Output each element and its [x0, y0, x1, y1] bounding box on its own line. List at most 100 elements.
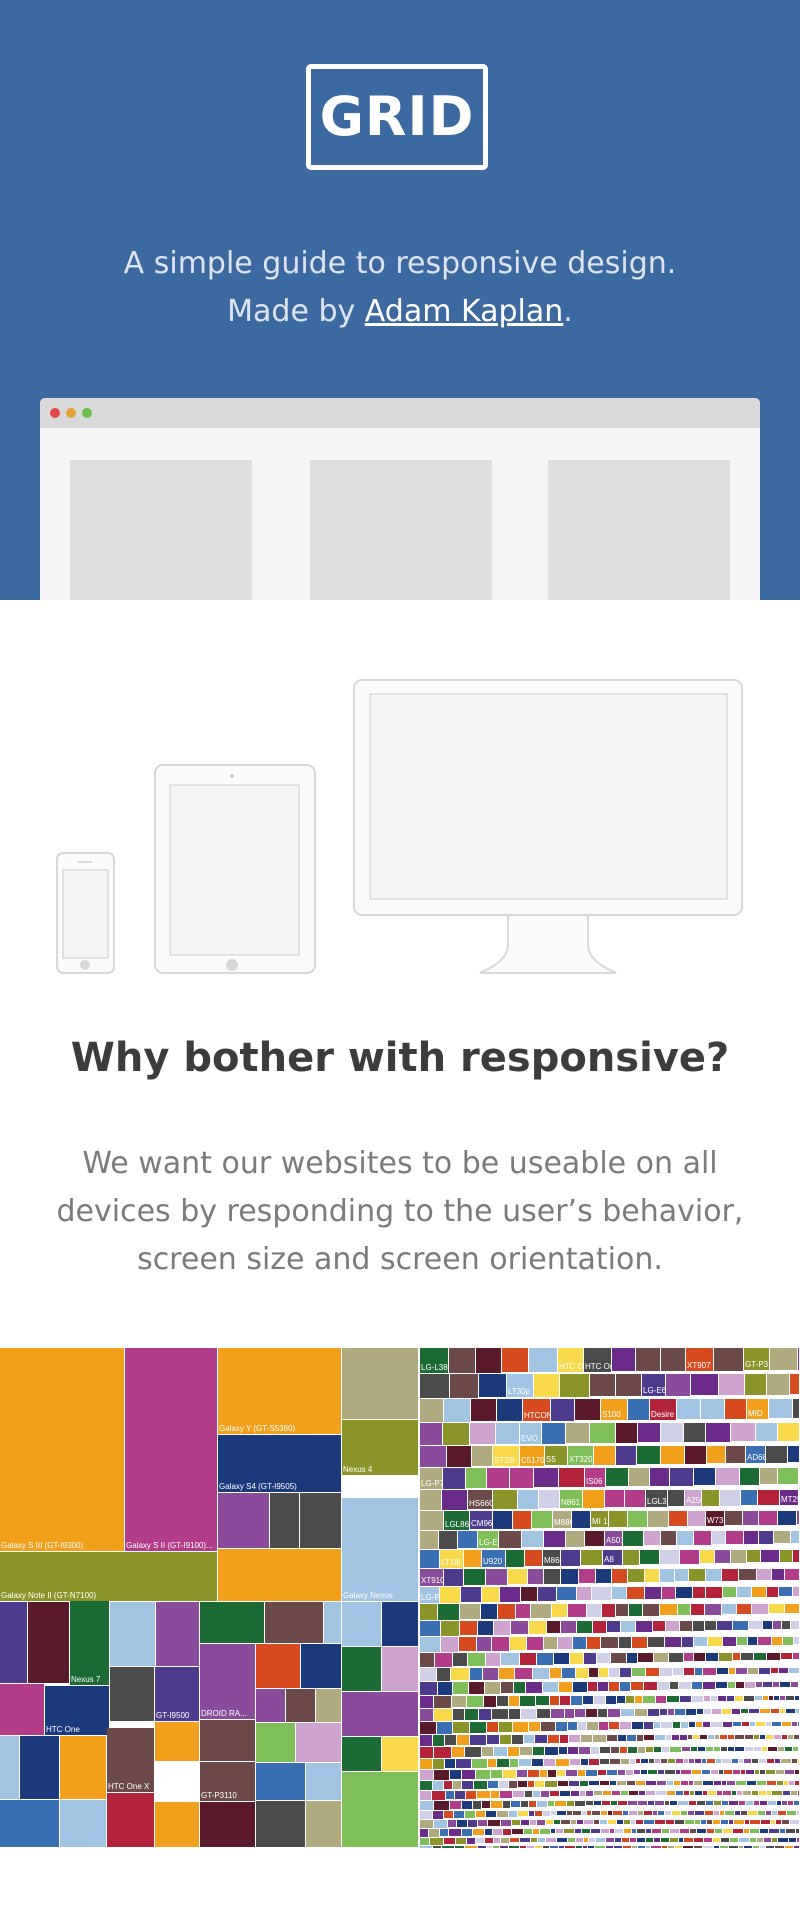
treemap-cell — [420, 1374, 449, 1398]
treemap-cell — [529, 1722, 540, 1731]
treemap-cell — [468, 1653, 485, 1666]
grid-logo[interactable]: GRID — [306, 64, 488, 170]
treemap-cell — [587, 1811, 591, 1815]
treemap-cell — [694, 1838, 703, 1842]
treemap-cell — [691, 1374, 718, 1395]
treemap-cell — [551, 1709, 564, 1718]
treemap-cell — [790, 1820, 799, 1824]
treemap-cell — [717, 1668, 728, 1674]
treemap-cell — [471, 1399, 496, 1421]
treemap-cell — [754, 1747, 761, 1751]
treemap-label: C5170 — [521, 1456, 545, 1465]
treemap-cell — [382, 1737, 418, 1771]
treemap-cell — [265, 1602, 323, 1643]
treemap-cell — [580, 1781, 588, 1786]
treemap-cell — [440, 1587, 460, 1603]
treemap-cell — [676, 1791, 683, 1795]
treemap-cell — [774, 1531, 790, 1543]
treemap-cell — [657, 1781, 666, 1785]
treemap-cell — [420, 1820, 433, 1828]
treemap-cell — [560, 1696, 570, 1705]
treemap-cell — [452, 1747, 464, 1757]
treemap-cell — [780, 1682, 790, 1687]
treemap-cell — [668, 1490, 684, 1506]
treemap-cell — [785, 1604, 799, 1613]
treemap-cell — [420, 1759, 432, 1769]
treemap-cell — [601, 1811, 607, 1815]
treemap-cell — [753, 1846, 759, 1848]
treemap-cell — [512, 1735, 523, 1744]
treemap-cell — [648, 1637, 664, 1647]
treemap-cell — [786, 1829, 795, 1833]
treemap-cell — [493, 1846, 499, 1848]
treemap-cell — [756, 1423, 777, 1441]
treemap-cell — [790, 1374, 799, 1394]
treemap-cell — [620, 1668, 631, 1677]
treemap-device-block — [0, 1348, 124, 1551]
treemap-cell — [535, 1846, 542, 1848]
treemap-cell — [218, 1549, 341, 1601]
treemap-cell — [607, 1735, 617, 1741]
treemap-cell — [706, 1801, 713, 1805]
treemap-cell — [676, 1759, 683, 1763]
treemap-cell — [692, 1770, 701, 1774]
treemap-cell — [703, 1791, 707, 1795]
treemap-cell — [727, 1781, 735, 1785]
treemap-cell — [716, 1682, 727, 1688]
treemap-cell — [744, 1531, 758, 1544]
treemap-cell — [470, 1722, 486, 1733]
treemap-cell — [775, 1759, 780, 1763]
treemap-cell — [760, 1735, 765, 1739]
treemap-cell — [551, 1811, 556, 1815]
treemap-cell — [763, 1682, 772, 1687]
treemap-cell — [28, 1602, 69, 1683]
treemap-cell — [777, 1781, 783, 1785]
treemap-cell — [499, 1531, 521, 1548]
treemap-cell — [509, 1709, 520, 1719]
treemap-cell — [487, 1468, 509, 1488]
treemap-cell — [520, 1846, 526, 1848]
treemap-cell — [692, 1682, 702, 1689]
treemap-cell — [622, 1838, 629, 1842]
treemap-cell — [771, 1668, 778, 1673]
treemap-cell — [200, 1802, 255, 1847]
treemap-cell — [511, 1801, 520, 1807]
hero-section: GRID A simple guide to responsive design… — [0, 0, 800, 600]
treemap-cell — [620, 1747, 627, 1753]
treemap-cell — [713, 1820, 720, 1824]
treemap-cell — [774, 1735, 781, 1739]
treemap-cell — [500, 1735, 511, 1744]
treemap-cell — [491, 1801, 502, 1808]
treemap-cell — [686, 1709, 696, 1715]
treemap-cell — [521, 1587, 537, 1601]
treemap-cell — [540, 1770, 547, 1777]
treemap-cell — [559, 1468, 584, 1487]
treemap-cell — [638, 1747, 645, 1753]
tagline: A simple guide to responsive design. Mad… — [0, 240, 800, 336]
treemap-cell — [572, 1511, 590, 1528]
treemap-cell — [473, 1829, 484, 1835]
treemap-cell — [579, 1747, 590, 1754]
treemap-cell — [669, 1511, 687, 1526]
treemap-cell — [582, 1811, 586, 1815]
treemap-cell — [518, 1811, 528, 1816]
treemap-cell — [744, 1759, 751, 1763]
treemap-cell — [621, 1759, 629, 1764]
treemap-cell — [719, 1374, 744, 1395]
author-link[interactable]: Adam Kaplan — [365, 294, 564, 329]
treemap-cell — [324, 1602, 341, 1643]
treemap-cell — [497, 1759, 509, 1767]
treemap-cell — [794, 1735, 799, 1739]
treemap-cell — [589, 1781, 599, 1785]
treemap-cell — [755, 1696, 762, 1700]
treemap-cell — [766, 1446, 787, 1463]
treemap-cell — [525, 1791, 532, 1797]
treemap-cell — [586, 1709, 597, 1717]
treemap-cell — [798, 1722, 799, 1726]
treemap-cell — [646, 1668, 659, 1676]
treemap-cell — [677, 1531, 693, 1545]
treemap-cell — [757, 1838, 763, 1842]
treemap-cell — [723, 1791, 731, 1795]
treemap-cell — [621, 1791, 628, 1795]
treemap-cell — [60, 1736, 106, 1799]
